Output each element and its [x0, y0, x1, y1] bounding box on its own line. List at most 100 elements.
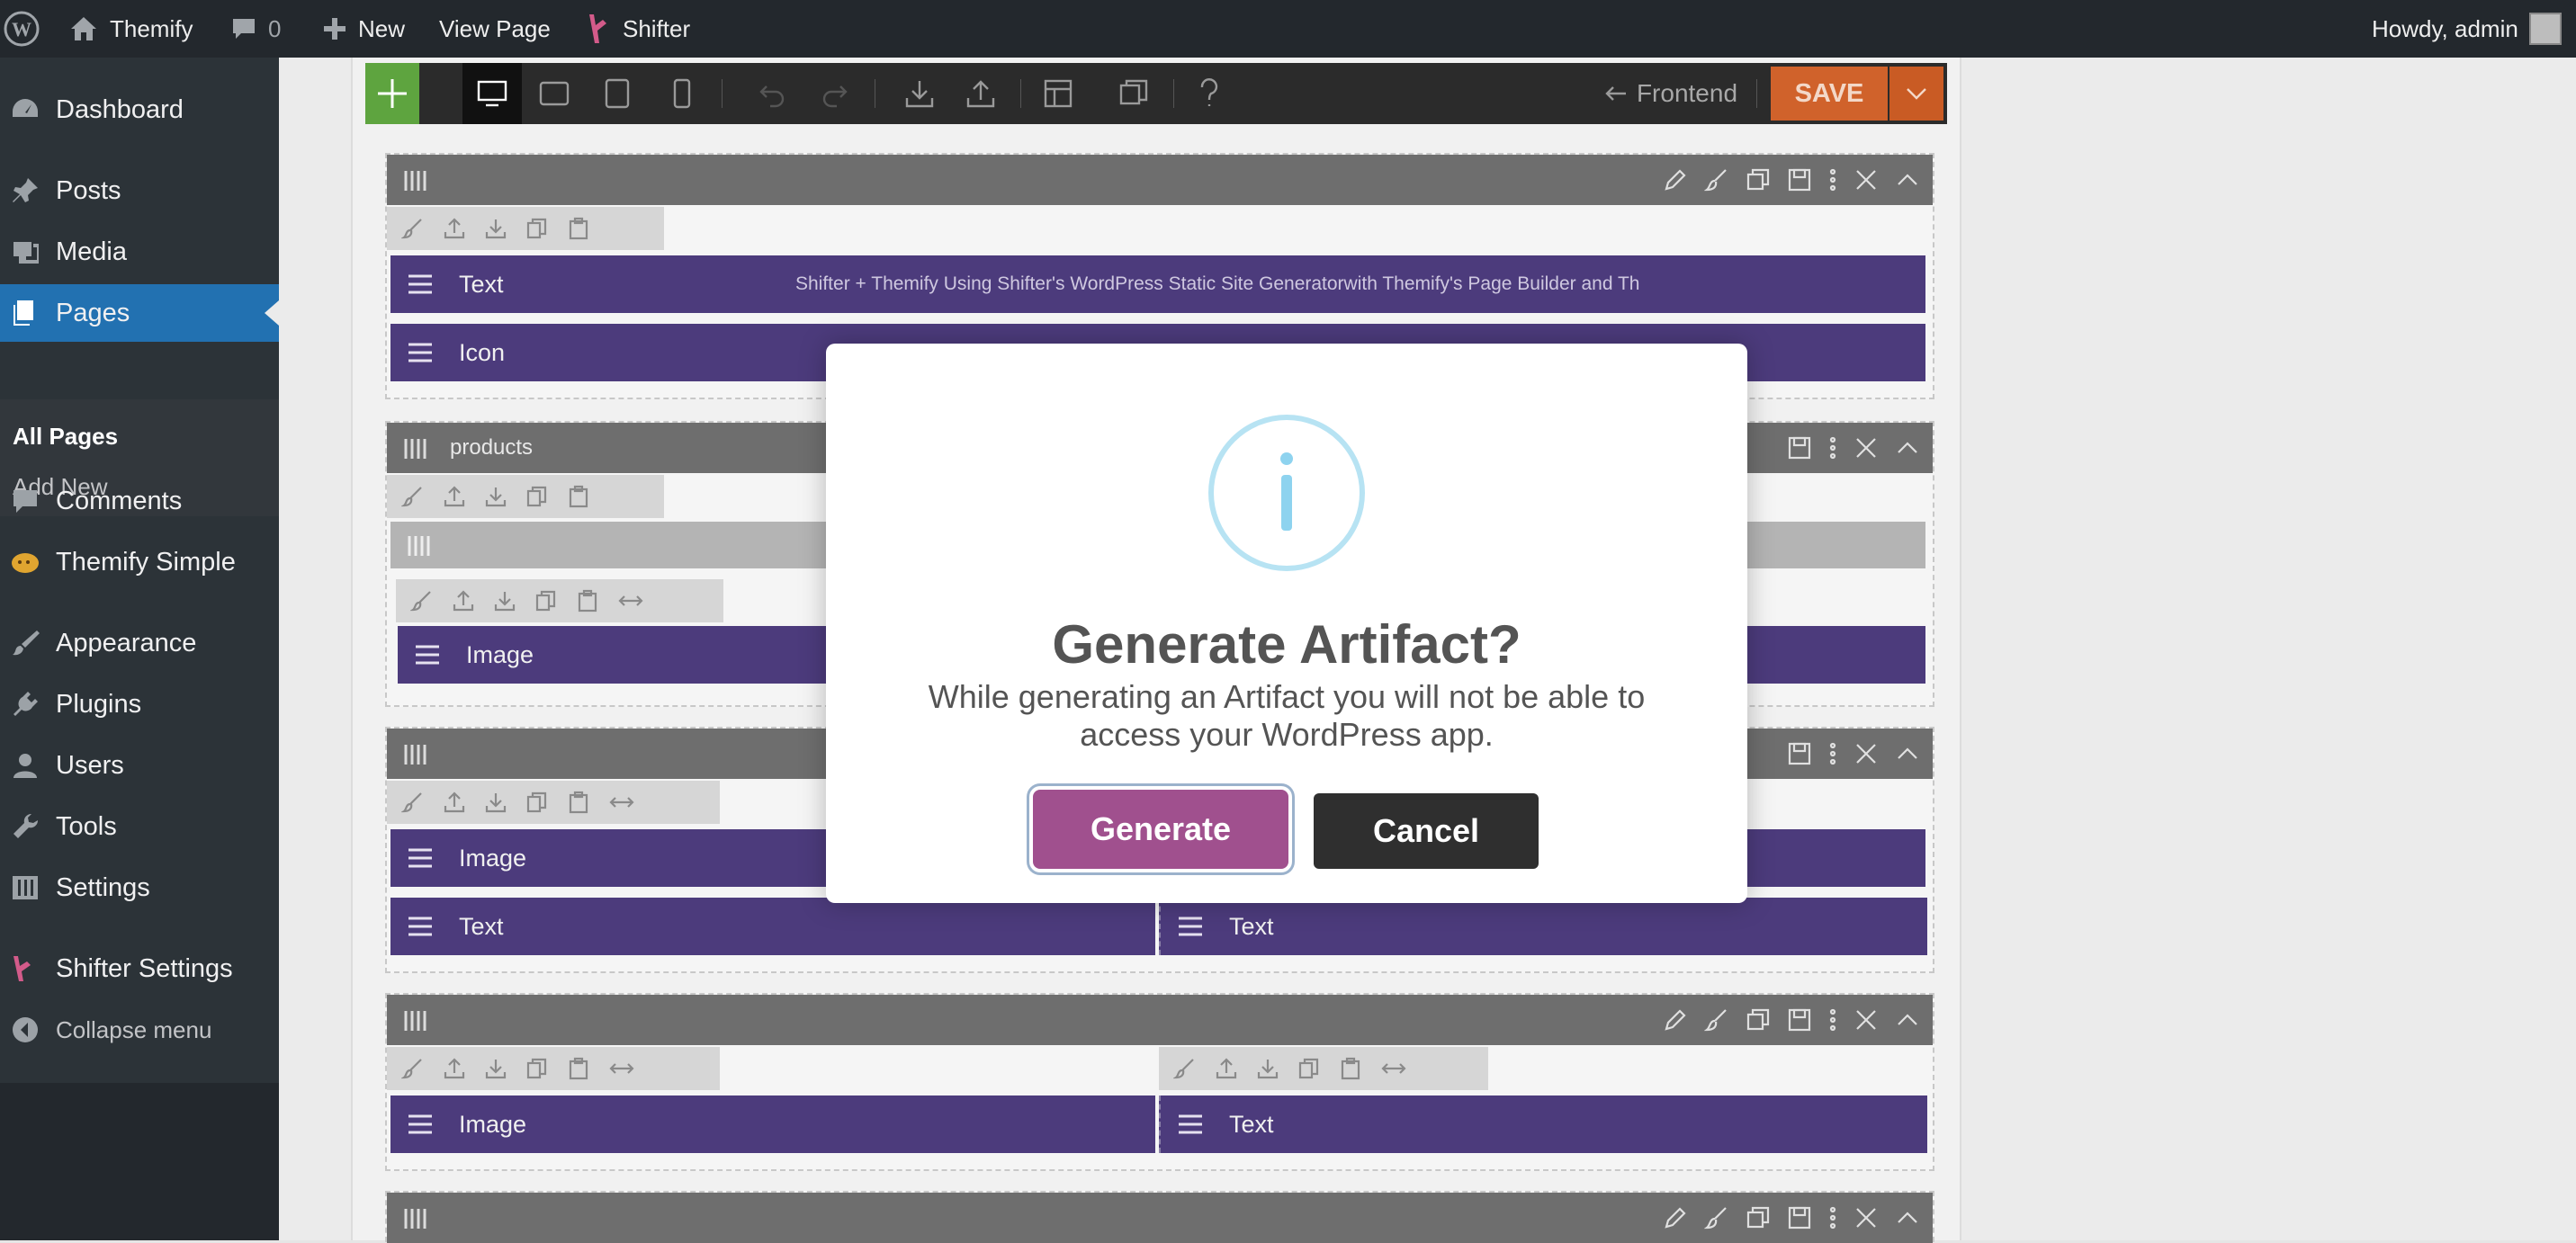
comments-link[interactable]: 0 [230, 0, 281, 58]
menu-icon[interactable] [414, 644, 441, 666]
menu-icon[interactable] [407, 847, 434, 869]
shifter-link[interactable]: Shifter [587, 0, 690, 58]
sidebar-item-shifter-settings[interactable]: Shifter Settings [0, 940, 279, 997]
brush-icon[interactable] [1173, 1057, 1197, 1080]
brush-icon[interactable] [401, 217, 425, 240]
text-module[interactable]: Text [1159, 898, 1927, 955]
sidebar-item-settings[interactable]: Settings [0, 859, 279, 917]
brush-icon[interactable] [410, 589, 434, 613]
menu-icon[interactable] [1177, 1113, 1204, 1135]
sidebar-item-plugins[interactable]: Plugins [0, 675, 279, 733]
chevron-up-icon[interactable] [1895, 1007, 1920, 1033]
resize-horizontal-icon[interactable] [608, 1060, 635, 1078]
sidebar-item-comments[interactable]: Comments [0, 472, 279, 530]
new-content-link[interactable]: New [322, 0, 405, 58]
more-icon[interactable] [1828, 741, 1837, 766]
tablet-button[interactable] [590, 63, 644, 124]
mobile-button[interactable] [655, 63, 709, 124]
add-module-button[interactable] [365, 63, 419, 124]
brush-icon[interactable] [401, 791, 425, 814]
submenu-all-pages[interactable]: All Pages [13, 423, 118, 451]
paste-icon[interactable] [1339, 1057, 1362, 1080]
sidebar-item-tools[interactable]: Tools [0, 798, 279, 855]
copy-icon[interactable] [525, 217, 549, 240]
sidebar-item-themify-simple[interactable]: Themify Simple [0, 533, 279, 591]
tablet-landscape-button[interactable] [527, 63, 581, 124]
sidebar-item-pages[interactable]: Pages [0, 284, 279, 342]
desktop-view-button[interactable] [462, 63, 522, 124]
download-icon[interactable] [1256, 1057, 1279, 1080]
menu-icon[interactable] [407, 342, 434, 363]
save-button[interactable]: SAVE [1771, 67, 1888, 121]
chevron-up-icon[interactable] [1895, 167, 1920, 192]
generate-button[interactable]: Generate [1033, 790, 1288, 869]
my-account-link[interactable]: Howdy, admin [2372, 0, 2562, 58]
copy-icon[interactable] [1297, 1057, 1321, 1080]
more-icon[interactable] [1828, 167, 1837, 192]
collapse-menu-button[interactable]: Collapse menu [0, 1001, 279, 1059]
undo-button[interactable] [747, 63, 797, 124]
redo-button[interactable] [810, 63, 860, 124]
brush-icon[interactable] [1704, 1007, 1729, 1033]
sidebar-item-users[interactable]: Users [0, 737, 279, 794]
duplicate-page-button[interactable] [1107, 63, 1161, 124]
download-icon[interactable] [484, 791, 507, 814]
column-toolbar[interactable] [387, 207, 664, 250]
save-icon[interactable] [1787, 167, 1812, 192]
brush-icon[interactable] [1704, 1205, 1729, 1230]
save-icon[interactable] [1787, 741, 1812, 766]
upload-icon[interactable] [443, 485, 466, 508]
copy-icon[interactable] [525, 485, 549, 508]
save-icon[interactable] [1787, 1205, 1812, 1230]
column-toolbar[interactable] [1159, 1047, 1488, 1090]
chevron-up-icon[interactable] [1895, 435, 1920, 461]
edit-icon[interactable] [1663, 1205, 1688, 1230]
close-icon[interactable] [1853, 741, 1879, 766]
frontend-button[interactable]: Frontend [1594, 63, 1747, 124]
close-icon[interactable] [1853, 167, 1879, 192]
download-icon[interactable] [484, 485, 507, 508]
close-icon[interactable] [1853, 1007, 1879, 1033]
cancel-button[interactable]: Cancel [1314, 793, 1539, 869]
paste-icon[interactable] [567, 485, 590, 508]
download-icon[interactable] [493, 589, 516, 613]
row-toolbar[interactable] [387, 1193, 1933, 1243]
column-toolbar[interactable] [387, 475, 664, 518]
paste-icon[interactable] [567, 791, 590, 814]
sidebar-item-dashboard[interactable]: Dashboard [0, 81, 279, 139]
resize-horizontal-icon[interactable] [617, 592, 644, 610]
menu-icon[interactable] [407, 273, 434, 295]
close-icon[interactable] [1853, 1205, 1879, 1230]
duplicate-icon[interactable] [1746, 167, 1771, 192]
resize-horizontal-icon[interactable] [608, 793, 635, 811]
menu-icon[interactable] [1177, 916, 1204, 937]
more-icon[interactable] [1828, 435, 1837, 461]
close-icon[interactable] [1853, 435, 1879, 461]
save-icon[interactable] [1787, 1007, 1812, 1033]
paste-icon[interactable] [567, 217, 590, 240]
download-icon[interactable] [484, 217, 507, 240]
chevron-up-icon[interactable] [1895, 741, 1920, 766]
upload-icon[interactable] [443, 217, 466, 240]
save-icon[interactable] [1787, 435, 1812, 461]
help-button[interactable] [1182, 63, 1236, 124]
import-button[interactable] [893, 63, 947, 124]
layouts-button[interactable] [1031, 63, 1085, 124]
column-toolbar[interactable] [387, 1047, 720, 1090]
copy-icon[interactable] [525, 1057, 549, 1080]
sidebar-item-posts[interactable]: Posts [0, 162, 279, 219]
text-module[interactable]: Text [1159, 1095, 1927, 1153]
upload-icon[interactable] [1215, 1057, 1238, 1080]
download-icon[interactable] [484, 1057, 507, 1080]
row-toolbar[interactable] [387, 155, 1933, 205]
paste-icon[interactable] [576, 589, 599, 613]
export-button[interactable] [954, 63, 1008, 124]
resize-horizontal-icon[interactable] [1380, 1060, 1407, 1078]
edit-icon[interactable] [1663, 1007, 1688, 1033]
more-icon[interactable] [1828, 1007, 1837, 1033]
upload-icon[interactable] [452, 589, 475, 613]
image-module[interactable]: Image [390, 1095, 1155, 1153]
edit-icon[interactable] [1663, 167, 1688, 192]
column-toolbar[interactable] [396, 579, 723, 622]
menu-icon[interactable] [407, 916, 434, 937]
